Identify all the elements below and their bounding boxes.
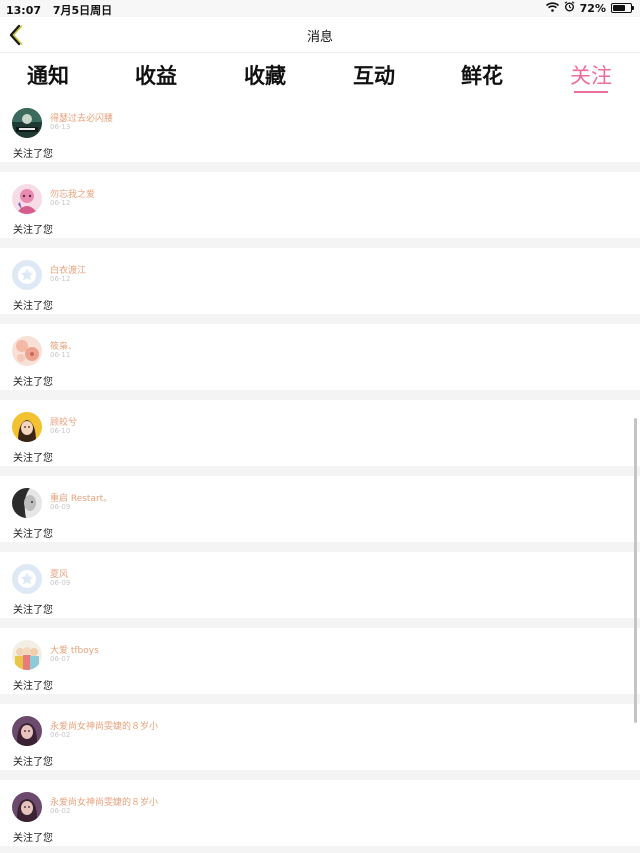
purple-portrait-avatar-icon bbox=[12, 716, 42, 746]
list-item[interactable]: 永爱尚女神尚雯婕的８岁小 06-02 关注了您 bbox=[0, 704, 640, 770]
notification-text: 关注了您 bbox=[13, 757, 53, 768]
grayscale-portrait-avatar-icon bbox=[12, 488, 42, 518]
list-item[interactable]: 筱枭、 06-11 关注了您 bbox=[0, 324, 640, 390]
pink-anime-avatar-icon bbox=[12, 184, 42, 214]
list-item[interactable]: 勿忘我之爱 06-12 关注了您 bbox=[0, 172, 640, 238]
notification-text: 关注了您 bbox=[13, 605, 53, 616]
notification-date: 06-09 bbox=[50, 579, 71, 587]
notification-date: 06-09 bbox=[50, 503, 71, 511]
avatar[interactable] bbox=[12, 640, 42, 670]
status-right: 72% bbox=[545, 1, 634, 15]
notification-text: 关注了您 bbox=[13, 529, 53, 540]
notification-date: 06-02 bbox=[50, 731, 71, 739]
purple-portrait-avatar-icon bbox=[12, 792, 42, 822]
tab-notice[interactable]: 通知 bbox=[13, 60, 83, 90]
tab-bar: 通知 收益 收藏 互动 鲜花 关注 bbox=[0, 54, 640, 96]
dark-green-avatar-icon bbox=[12, 108, 42, 138]
avatar[interactable] bbox=[12, 260, 42, 290]
avatar[interactable] bbox=[12, 564, 42, 594]
status-bar: 13:07 7月5日周日 72% bbox=[0, 0, 640, 17]
nav-bar: 消息 bbox=[0, 17, 640, 53]
default-star-avatar-icon bbox=[12, 564, 42, 594]
peach-floral-avatar-icon bbox=[12, 336, 42, 366]
status-date: 7月5日周日 bbox=[52, 4, 113, 17]
avatar[interactable] bbox=[12, 108, 42, 138]
default-star-avatar-icon bbox=[12, 260, 42, 290]
avatar[interactable] bbox=[12, 792, 42, 822]
notification-date: 06-07 bbox=[50, 655, 71, 663]
wifi-icon bbox=[545, 1, 559, 15]
notification-date: 06-11 bbox=[50, 351, 71, 359]
tab-earnings[interactable]: 收益 bbox=[121, 60, 191, 90]
tab-flowers[interactable]: 鲜花 bbox=[447, 60, 517, 90]
notification-date: 06-12 bbox=[50, 275, 71, 283]
list-item[interactable]: 夏风 06-09 关注了您 bbox=[0, 552, 640, 618]
avatar[interactable] bbox=[12, 336, 42, 366]
notification-date: 06-10 bbox=[50, 427, 71, 435]
tab-follows[interactable]: 关注 bbox=[556, 60, 626, 90]
alarm-icon bbox=[564, 1, 575, 15]
avatar[interactable] bbox=[12, 716, 42, 746]
list-item[interactable]: 顾皎兮 06-10 关注了您 bbox=[0, 400, 640, 466]
notification-list[interactable]: 得瑟过去必闪腰 06-13 关注了您 勿忘我之爱 06-12 关注了您 白衣渡江… bbox=[0, 96, 640, 853]
tab-interactions[interactable]: 互动 bbox=[339, 60, 409, 90]
group-photo-avatar-icon bbox=[12, 640, 42, 670]
notification-text: 关注了您 bbox=[13, 149, 53, 160]
notification-text: 关注了您 bbox=[13, 833, 53, 844]
notification-date: 06-12 bbox=[50, 199, 71, 207]
list-item[interactable]: 得瑟过去必闪腰 06-13 关注了您 bbox=[0, 96, 640, 162]
notification-text: 关注了您 bbox=[13, 377, 53, 388]
battery-percent: 72% bbox=[579, 1, 606, 15]
list-item[interactable]: 重启 Restart。 06-09 关注了您 bbox=[0, 476, 640, 542]
avatar[interactable] bbox=[12, 412, 42, 442]
notification-text: 关注了您 bbox=[13, 453, 53, 464]
notification-text: 关注了您 bbox=[13, 681, 53, 692]
avatar[interactable] bbox=[12, 184, 42, 214]
list-item[interactable]: 白衣渡江 06-12 关注了您 bbox=[0, 248, 640, 314]
notification-text: 关注了您 bbox=[13, 301, 53, 312]
battery-fill bbox=[613, 5, 626, 11]
status-left: 13:07 7月5日周日 bbox=[6, 2, 120, 18]
active-tab-indicator bbox=[574, 91, 608, 93]
scrollbar[interactable] bbox=[634, 418, 637, 723]
battery-icon bbox=[611, 3, 634, 13]
avatar[interactable] bbox=[12, 488, 42, 518]
page-title: 消息 bbox=[306, 30, 333, 45]
status-time: 13:07 bbox=[6, 4, 42, 17]
tab-favorites[interactable]: 收藏 bbox=[230, 60, 300, 90]
list-item[interactable]: 大爱 tfboys 06-07 关注了您 bbox=[0, 628, 640, 694]
notification-date: 06-13 bbox=[50, 123, 71, 131]
yellow-portrait-avatar-icon bbox=[12, 412, 42, 442]
list-item[interactable]: 永爱尚女神尚雯婕的８岁小 06-02 关注了您 bbox=[0, 780, 640, 846]
notification-text: 关注了您 bbox=[13, 225, 53, 236]
notification-date: 06-02 bbox=[50, 807, 71, 815]
